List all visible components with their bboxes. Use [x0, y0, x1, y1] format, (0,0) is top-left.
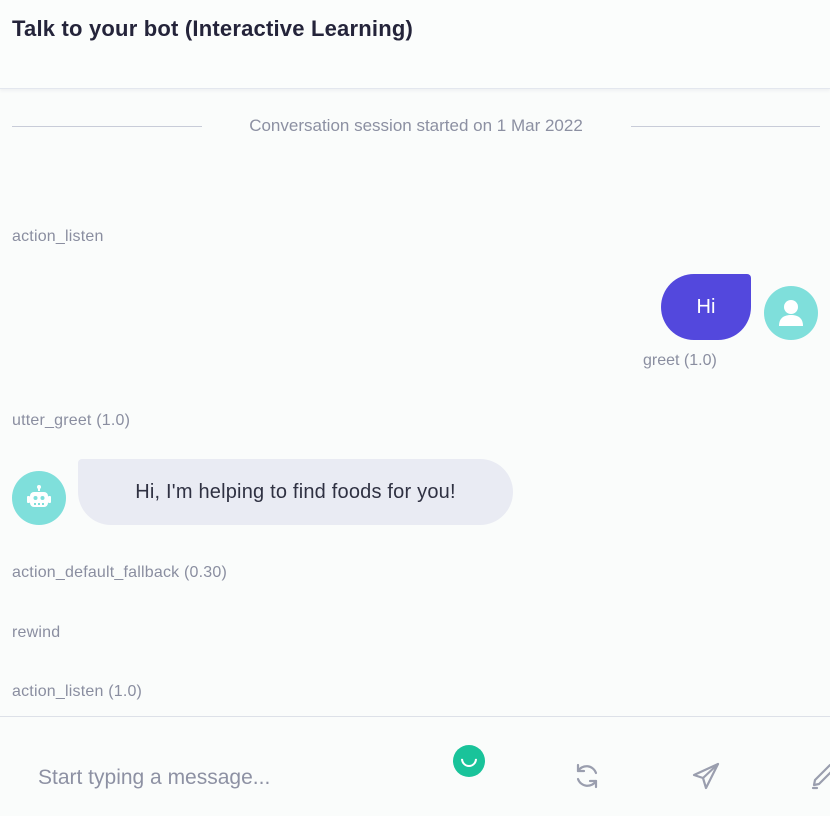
send-icon [692, 762, 720, 790]
page-title: Talk to your bot (Interactive Learning) [12, 16, 413, 41]
action-listen-label-2: action_listen (1.0) [12, 683, 143, 700]
utter-greet-label: utter_greet (1.0) [12, 412, 131, 429]
user-message-bubble: Hi [661, 274, 751, 340]
refresh-icon [576, 763, 598, 789]
robot-icon [27, 485, 51, 507]
session-divider: Conversation session started on 1 Mar 20… [12, 114, 820, 138]
intent-label: greet (1.0) [643, 352, 717, 369]
send-button[interactable] [689, 759, 723, 793]
bot-message-bubble: Hi, I'm helping to find foods for you! [78, 459, 513, 525]
divider-line-right [631, 126, 820, 127]
header: Talk to your bot (Interactive Learning) [0, 0, 830, 89]
action-listen-label: action_listen [12, 228, 104, 245]
rewind-label: rewind [12, 624, 61, 641]
edit-button[interactable] [806, 759, 830, 793]
restart-button[interactable] [570, 759, 604, 793]
fallback-label: action_default_fallback (0.30) [12, 564, 228, 581]
bot-message-text: Hi, I'm helping to find foods for you! [135, 480, 456, 503]
pen-icon [811, 763, 830, 790]
user-message-text: Hi [696, 295, 716, 318]
message-composer [0, 716, 830, 816]
spinner-icon [453, 745, 485, 777]
user-icon [779, 300, 803, 326]
message-input[interactable] [38, 761, 438, 795]
bot-avatar [12, 471, 66, 525]
user-avatar [764, 286, 818, 340]
